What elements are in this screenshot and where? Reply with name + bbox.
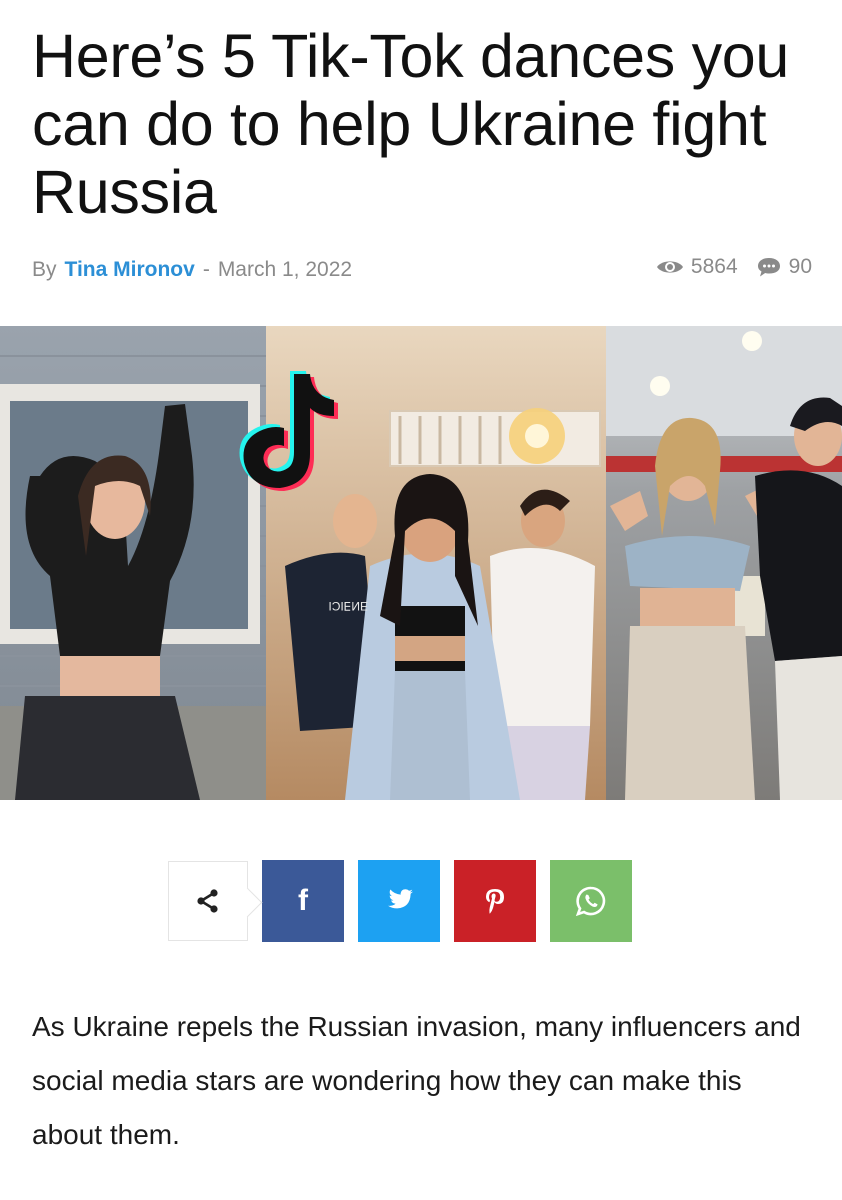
hero-image-collage: ƎИ∃ICI (0, 326, 842, 800)
article-stats: 5864 90 (638, 255, 812, 279)
views-stat: 5864 (656, 255, 738, 279)
comment-bubble-icon (757, 258, 780, 277)
by-label: By (32, 258, 57, 281)
author-link[interactable]: Tina Mironov (65, 258, 195, 282)
meta-separator: - (202, 258, 210, 281)
share-button[interactable] (168, 861, 248, 941)
eye-icon (656, 261, 683, 273)
facebook-icon: f (298, 884, 308, 917)
dancer-panel-left (0, 326, 266, 800)
share-icon (197, 889, 218, 913)
article-title: Here’s 5 Tik-Tok dances you can do to he… (32, 22, 790, 226)
views-count: 5864 (690, 255, 738, 278)
share-bar: f (168, 860, 632, 942)
comments-stat[interactable]: 90 (756, 255, 812, 279)
article-meta: By Tina Mironov - March 1, 2022 5864 90 (32, 255, 812, 285)
whatsapp-icon (575, 886, 606, 917)
hoodie-logo-text: ƎИ∃ICI (328, 599, 368, 613)
pinterest-icon (486, 889, 504, 914)
whatsapp-share-button[interactable] (550, 860, 632, 942)
twitter-share-button[interactable] (358, 860, 440, 942)
facebook-share-button[interactable]: f (262, 860, 344, 942)
comments-count: 90 (788, 255, 812, 278)
publish-date: March 1, 2022 (217, 258, 353, 281)
pinterest-share-button[interactable] (454, 860, 536, 942)
dancer-panel-right (606, 326, 842, 800)
article-body: As Ukraine repels the Russian invasion, … (32, 1011, 801, 1150)
twitter-icon (388, 889, 413, 909)
